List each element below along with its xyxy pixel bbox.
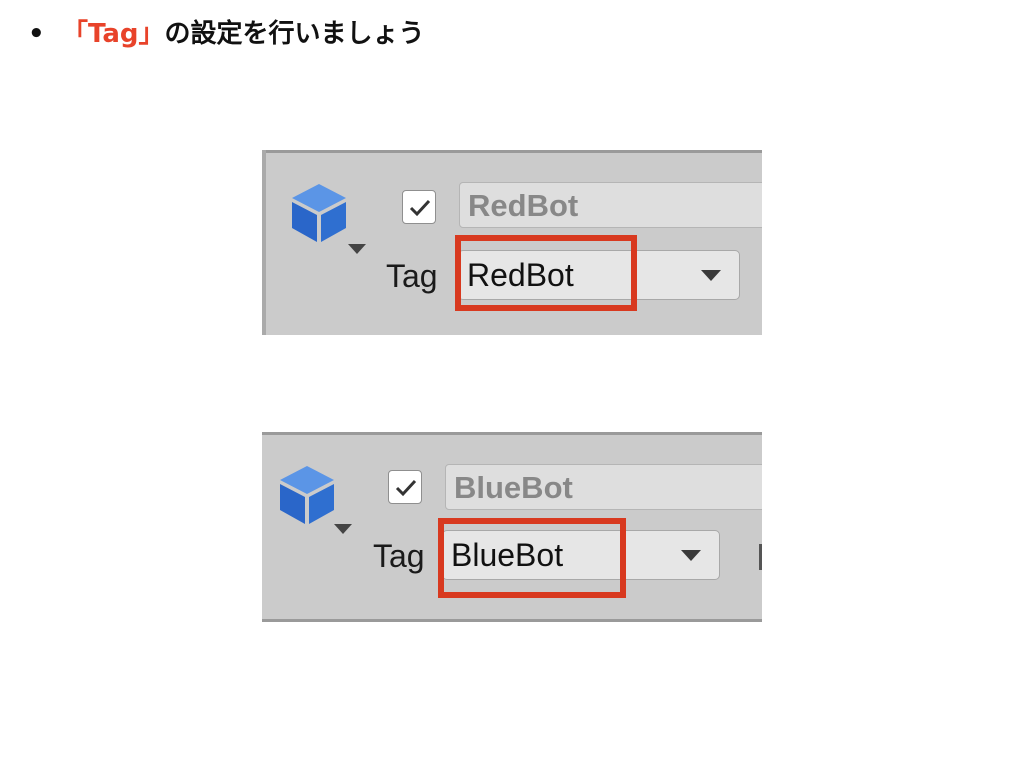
bullet: • bbox=[28, 19, 45, 49]
dropdown-caret-icon bbox=[681, 550, 701, 561]
object-name-field[interactable]: BlueBot bbox=[445, 464, 762, 510]
cube-icon[interactable] bbox=[288, 180, 350, 246]
inspector-panel-redbot: RedBot Tag RedBot bbox=[262, 150, 762, 335]
panel-top-divider bbox=[262, 432, 762, 435]
active-checkbox[interactable] bbox=[402, 190, 436, 224]
checkmark-icon bbox=[395, 479, 417, 497]
object-name-field[interactable]: RedBot bbox=[459, 182, 762, 228]
chevron-down-icon[interactable] bbox=[348, 244, 366, 254]
highlight-box bbox=[455, 235, 637, 311]
panel-bottom-divider bbox=[262, 619, 762, 622]
tag-label: Tag bbox=[373, 538, 425, 574]
highlight-box bbox=[438, 518, 626, 598]
panel-top-divider bbox=[266, 150, 762, 153]
heading-text: の設定を行いましょう bbox=[164, 19, 425, 49]
inspector-panel-bluebot: BlueBot Tag BlueBot bbox=[262, 432, 762, 622]
checkmark-icon bbox=[409, 199, 431, 217]
chevron-down-icon[interactable] bbox=[334, 524, 352, 534]
tag-label: Tag bbox=[386, 258, 438, 294]
heading-accent: 「Tag」 bbox=[62, 19, 165, 49]
page-heading: • 「Tag」の設定を行いましょう bbox=[28, 14, 425, 54]
clipped-control-edge bbox=[759, 544, 762, 570]
active-checkbox[interactable] bbox=[388, 470, 422, 504]
cube-icon[interactable] bbox=[276, 462, 338, 528]
dropdown-caret-icon bbox=[701, 270, 721, 281]
